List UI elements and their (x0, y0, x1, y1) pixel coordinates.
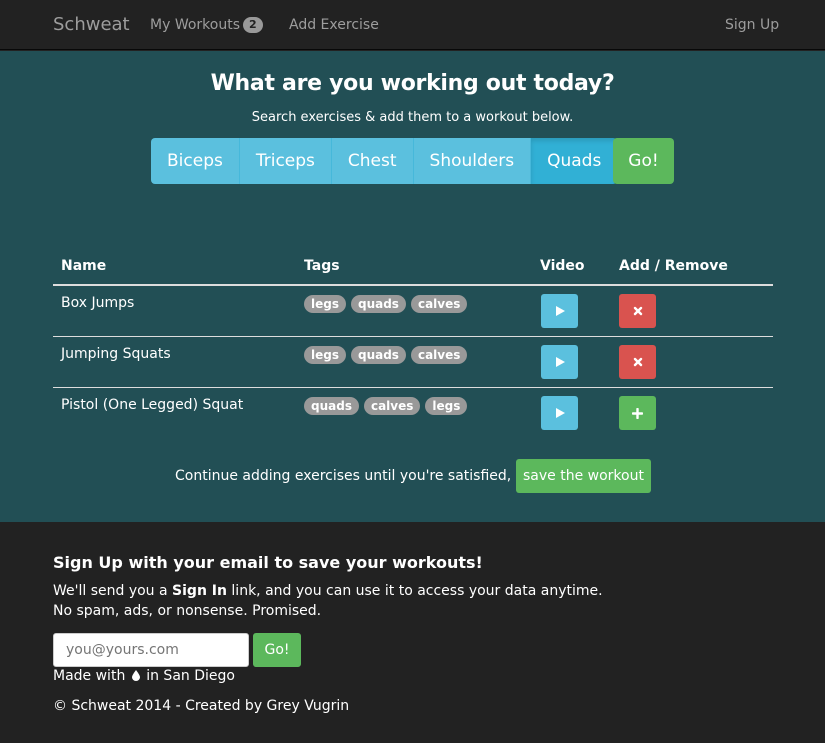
signup-promise: No spam, ads, or nonsense. Promised. (53, 603, 322, 619)
muscle-group-buttons: Biceps Triceps Chest Shoulders Quads (151, 138, 618, 184)
tag-badge: calves (363, 397, 421, 415)
remove-icon (633, 306, 642, 316)
table-row: Box Jumps legs quads calves (53, 286, 773, 337)
header-video: Video (540, 258, 585, 274)
exercise-table: Name Tags Video Add / Remove Box Jumps l… (53, 250, 773, 439)
footer: Sign Up with your email to save your wor… (0, 522, 825, 743)
search-go-button[interactable]: Go! (613, 138, 674, 184)
header-name: Name (61, 258, 107, 274)
tag-badge: calves (410, 295, 468, 313)
brand-logo[interactable]: Schweat (53, 14, 130, 35)
header-tags: Tags (304, 258, 340, 274)
play-icon (555, 306, 565, 316)
play-video-button[interactable] (541, 345, 578, 379)
exercise-name: Jumping Squats (61, 346, 171, 362)
workout-count-badge: 2 (243, 17, 263, 33)
muscle-button-biceps[interactable]: Biceps (151, 138, 240, 184)
play-icon (555, 357, 565, 367)
drop-icon (131, 670, 140, 681)
signup-desc-pre: We'll send you a (53, 583, 173, 599)
muscle-button-shoulders[interactable]: Shoulders (413, 138, 532, 184)
copyright-text: © Schweat 2014 - Created by Grey Vugrin (53, 698, 350, 714)
tag-badge: quads (350, 346, 406, 364)
signup-go-button[interactable]: Go! (253, 633, 301, 667)
nav-my-workouts-label: My Workouts (150, 17, 240, 33)
signup-desc-post: link, and you can use it to access your … (226, 583, 603, 599)
exercise-tags: quads calves legs (304, 397, 468, 415)
navbar: Schweat My Workouts 2 Add Exercise Sign U… (0, 0, 825, 50)
remove-exercise-button[interactable] (619, 294, 656, 328)
made-pre: Made with (53, 668, 126, 684)
tag-badge: quads (350, 295, 406, 313)
nav-add-exercise[interactable]: Add Exercise (289, 17, 379, 33)
muscle-button-chest[interactable]: Chest (331, 138, 414, 184)
nav-sign-up[interactable]: Sign Up (725, 17, 779, 33)
tag-badge: legs (304, 295, 346, 313)
remove-exercise-button[interactable] (619, 345, 656, 379)
play-icon (555, 408, 565, 418)
table-row: Jumping Squats legs quads calves (53, 337, 773, 388)
email-field[interactable] (53, 633, 249, 667)
plus-icon (632, 407, 643, 419)
made-with-text: Made with in San Diego (53, 668, 235, 684)
tag-badge: legs (304, 346, 346, 364)
save-prompt-text: Continue adding exercises until you're s… (175, 468, 548, 484)
made-post: in San Diego (146, 668, 235, 684)
header-add-remove: Add / Remove (619, 258, 728, 274)
signup-desc-bold: Sign In (172, 583, 227, 599)
muscle-button-quads[interactable]: Quads (531, 138, 618, 184)
tag-badge: calves (410, 346, 468, 364)
play-video-button[interactable] (541, 294, 578, 328)
table-row: Pistol (One Legged) Squat quads calves l… (53, 388, 773, 439)
muscle-button-triceps[interactable]: Triceps (239, 138, 332, 184)
exercise-name: Box Jumps (61, 295, 135, 311)
signup-heading: Sign Up with your email to save your wor… (53, 553, 483, 572)
signup-description: We'll send you a Sign In link, and you c… (53, 583, 603, 599)
remove-icon (633, 357, 642, 367)
page-subtitle: Search exercises & add them to a workout… (251, 110, 574, 125)
play-video-button[interactable] (541, 396, 578, 430)
tag-badge: legs (425, 397, 468, 415)
exercise-name: Pistol (One Legged) Squat (61, 397, 244, 413)
page-title: What are you working out today? (210, 71, 615, 96)
exercise-tags: legs quads calves (304, 295, 468, 313)
table-header: Name Tags Video Add / Remove (53, 250, 773, 286)
exercise-tags: legs quads calves (304, 346, 468, 364)
add-exercise-button[interactable] (619, 396, 656, 430)
main-section: What are you working out today? Search e… (0, 51, 825, 522)
nav-my-workouts[interactable]: My Workouts 2 (150, 17, 263, 33)
tag-badge: quads (304, 397, 359, 415)
save-workout-button[interactable]: save the workout (516, 459, 651, 493)
